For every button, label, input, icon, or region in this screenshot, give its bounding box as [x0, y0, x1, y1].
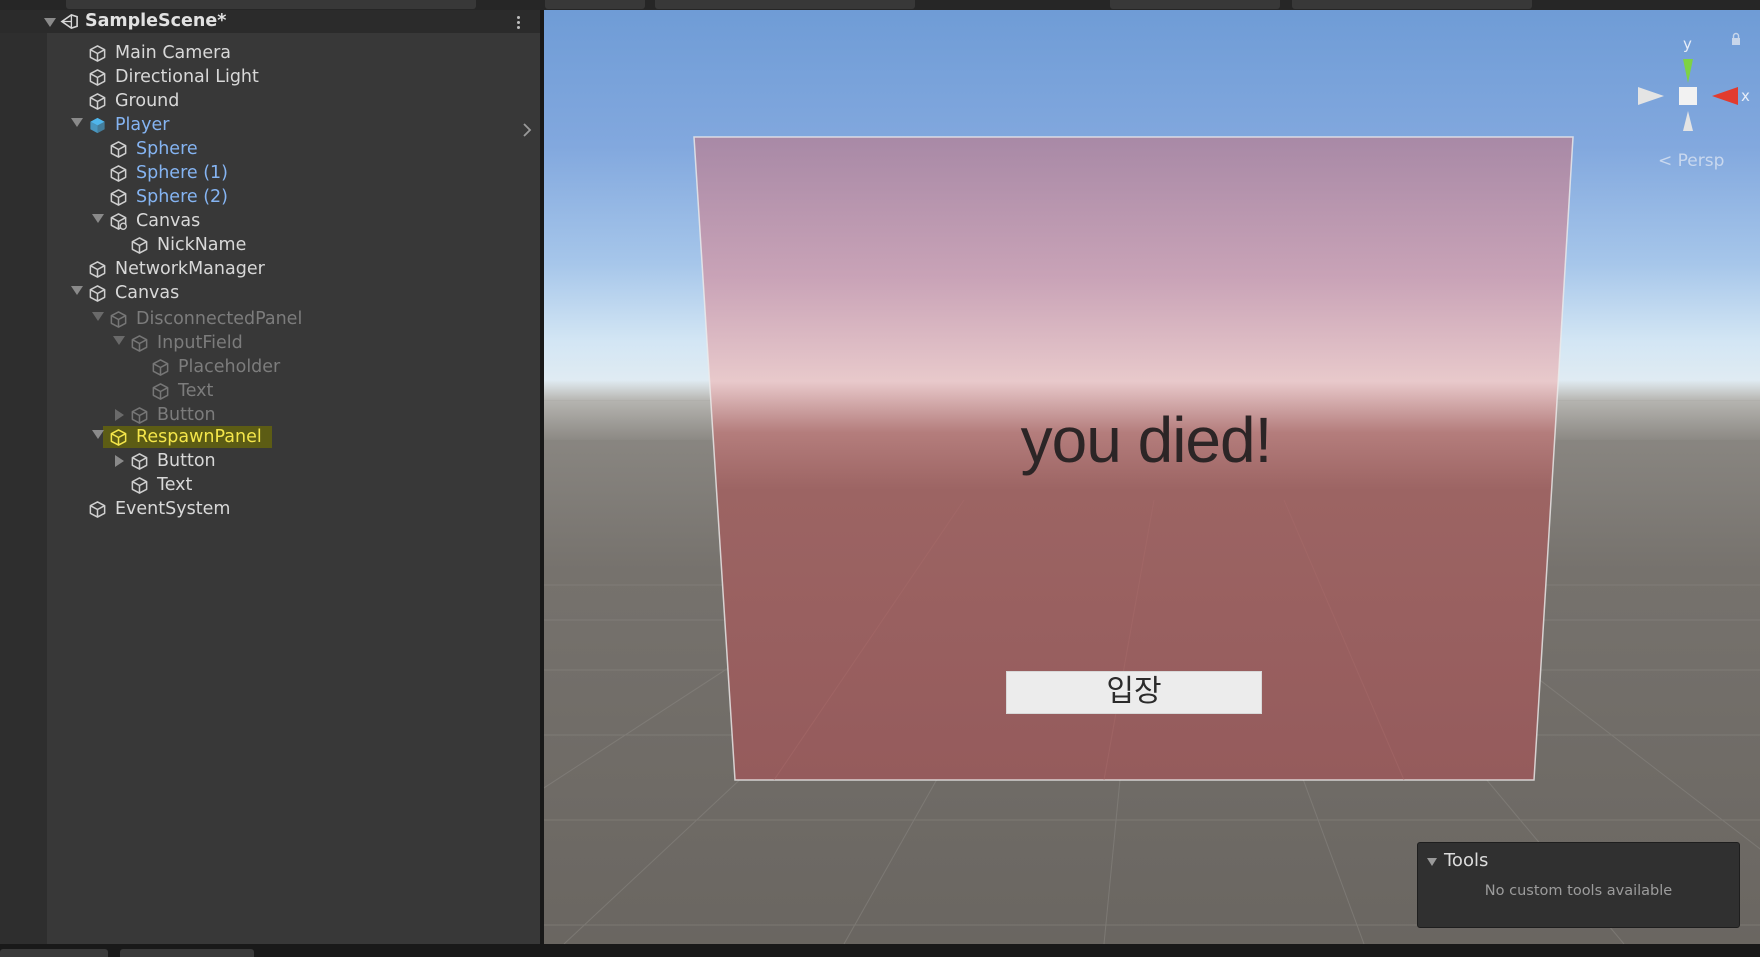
tab-console[interactable]	[120, 949, 254, 957]
gameobject-cube-icon	[130, 476, 149, 495]
row-input-field[interactable]: InputField	[0, 331, 540, 355]
axis-gizmo-icon[interactable]: y x	[1620, 25, 1760, 145]
row-directional-light[interactable]: Directional Light	[0, 65, 540, 89]
row-text-dim[interactable]: Text	[0, 379, 540, 403]
row-sphere-1[interactable]: Sphere (1)	[0, 161, 540, 185]
bottom-tab-strip	[0, 944, 1760, 957]
collapsed-arrow-icon[interactable]	[115, 409, 124, 421]
gameobject-cube-icon	[88, 44, 107, 63]
gizmos-dropdown[interactable]	[1110, 0, 1280, 9]
gameobject-cube-icon	[88, 260, 107, 279]
tab-project[interactable]	[0, 949, 108, 957]
gizmo-y-label: y	[1683, 35, 1692, 53]
unity-scene-icon	[60, 13, 78, 30]
collapsed-arrow-icon[interactable]	[115, 455, 124, 467]
hierarchy-item-label: NickName	[157, 235, 247, 255]
collapse-arrow-icon[interactable]	[1427, 858, 1437, 866]
hierarchy-search-field[interactable]	[66, 0, 476, 9]
shading-mode-dropdown[interactable]	[545, 0, 645, 9]
scene-toolbar-buttons[interactable]	[655, 0, 915, 9]
prefab-cube-icon	[88, 116, 107, 135]
hierarchy-item-label: EventSystem	[115, 499, 231, 519]
hierarchy-item-label: Ground	[115, 91, 180, 111]
kebab-menu-icon[interactable]	[517, 16, 521, 31]
enter-button-label: 입장	[1106, 674, 1162, 709]
gameobject-cube-icon	[130, 406, 149, 425]
scene-name: SampleScene*	[85, 11, 227, 31]
tools-overlay: Tools No custom tools available	[1417, 842, 1740, 928]
gameobject-cube-icon	[88, 284, 107, 303]
row-text[interactable]: Text	[0, 473, 540, 497]
row-button[interactable]: Button	[0, 449, 540, 473]
hierarchy-item-label: Player	[115, 115, 170, 135]
hierarchy-item-label: Sphere (1)	[136, 163, 229, 183]
row-sphere[interactable]: Sphere	[0, 137, 540, 161]
expand-arrow-icon[interactable]	[113, 336, 125, 345]
died-message: you died!	[1020, 404, 1273, 476]
top-toolbar-strip	[0, 0, 1760, 10]
respawn-panel-world[interactable]	[544, 10, 1760, 944]
row-nickname[interactable]: NickName	[0, 233, 540, 257]
gameobject-cube-icon	[88, 92, 107, 111]
gameobject-cube-icon	[109, 164, 128, 183]
gameobject-cube-icon	[151, 358, 170, 377]
gizmo-x-label: x	[1741, 87, 1750, 105]
row-player[interactable]: Player	[0, 113, 540, 137]
gameobject-cube-icon	[109, 310, 128, 329]
hierarchy-item-label: Button	[157, 405, 216, 425]
hierarchy-item-label: RespawnPanel	[136, 427, 262, 447]
row-respawn-panel[interactable]: RespawnPanel	[0, 425, 540, 449]
gameobject-cube-icon	[151, 382, 170, 401]
row-network-manager[interactable]: NetworkManager	[0, 257, 540, 281]
expand-arrow-icon[interactable]	[92, 430, 104, 439]
row-main-camera[interactable]: Main Camera	[0, 41, 540, 65]
enter-button[interactable]: 입장	[1006, 671, 1262, 714]
hierarchy-item-label: Text	[157, 475, 193, 495]
hierarchy-item-label: Sphere	[136, 139, 198, 159]
expand-arrow-icon[interactable]	[44, 18, 56, 27]
tools-title[interactable]: Tools	[1444, 850, 1488, 871]
hierarchy-item-label: Button	[157, 451, 216, 471]
gameobject-cube-icon	[130, 452, 149, 471]
gameobject-cube-icon	[109, 140, 128, 159]
hierarchy-item-label: Text	[178, 381, 214, 401]
row-canvas[interactable]: Canvas	[0, 281, 540, 305]
scene-header-row[interactable]: SampleScene*	[0, 10, 540, 33]
expand-arrow-icon[interactable]	[71, 118, 83, 127]
gameobject-cube-icon	[130, 334, 149, 353]
gameobject-cube-icon	[88, 68, 107, 87]
row-player-canvas[interactable]: Canvas	[0, 209, 540, 233]
canvas-cube-icon	[109, 212, 128, 231]
hierarchy-item-label: NetworkManager	[115, 259, 265, 279]
row-ground[interactable]: Ground	[0, 89, 540, 113]
expand-arrow-icon[interactable]	[71, 286, 83, 295]
row-event-system[interactable]: EventSystem	[0, 497, 540, 521]
hierarchy-item-label: Canvas	[115, 283, 180, 303]
scene-view[interactable]: you died! 입장 y x < Persp Tools No custom…	[544, 10, 1760, 944]
scene-search-field[interactable]	[1292, 0, 1532, 9]
hierarchy-item-label: Main Camera	[115, 43, 232, 63]
hierarchy-item-label: Canvas	[136, 211, 201, 231]
gameobject-cube-icon	[88, 500, 107, 519]
hierarchy-item-label: Directional Light	[115, 67, 259, 87]
tools-empty-text: No custom tools available	[1484, 883, 1673, 899]
hierarchy-item-label: InputField	[157, 333, 243, 353]
gameobject-cube-icon	[130, 236, 149, 255]
hierarchy-item-label: Sphere (2)	[136, 187, 229, 207]
gameobject-cube-icon	[109, 188, 128, 207]
row-sphere-2[interactable]: Sphere (2)	[0, 185, 540, 209]
expand-arrow-icon[interactable]	[92, 312, 104, 321]
expand-arrow-icon[interactable]	[92, 214, 104, 223]
hierarchy-item-label: Placeholder	[178, 357, 281, 377]
persp-toggle[interactable]: < Persp	[1658, 151, 1724, 171]
hierarchy-panel: SampleScene* Main Camera Directional Ligh…	[0, 10, 540, 944]
row-button-dim[interactable]: Button	[0, 403, 540, 427]
gameobject-cube-icon	[109, 428, 128, 447]
row-disconnected-panel[interactable]: DisconnectedPanel	[0, 307, 540, 331]
hierarchy-item-label: DisconnectedPanel	[136, 309, 303, 329]
row-placeholder[interactable]: Placeholder	[0, 355, 540, 379]
